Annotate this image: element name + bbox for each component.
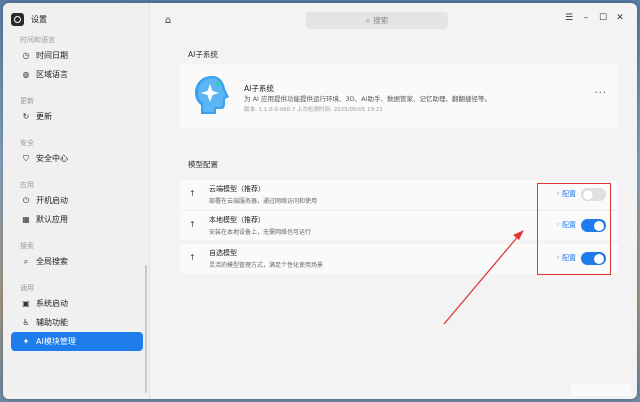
sidebar-item-startup[interactable]: ⏻ 开机启动 xyxy=(11,191,143,210)
model-title: 云端模型（推荐） xyxy=(209,185,265,193)
sidebar-item-label: 时间日期 xyxy=(36,51,68,60)
model-title: 自选模型 xyxy=(209,249,237,257)
sidebar-item-datetime[interactable]: ◷ 时间日期 xyxy=(11,46,143,65)
app-title: 设置 xyxy=(31,14,47,24)
sidebar-item-accessibility[interactable]: ♿ 辅助功能 xyxy=(11,313,143,332)
shield-icon: ⛉ xyxy=(23,153,29,163)
card-version-meta: 版本: 1.1.0.0-0k0.7 上次检测时间: 2025/05/05 19:… xyxy=(244,107,383,113)
menu-icon[interactable]: ☰ xyxy=(564,13,574,23)
sidebar-item-label: 系统启动 xyxy=(36,299,68,308)
sidebar-item-label: 更新 xyxy=(36,112,52,121)
more-options-icon[interactable]: ··· xyxy=(594,88,607,99)
home-icon[interactable]: ⌂ xyxy=(162,14,174,26)
sidebar-item-label: 区域语言 xyxy=(36,70,68,79)
settings-window: 设置 时间和语言 ◷ 时间日期 ◍ 区域语言 更新 ↻ 更新 安全 ⛉ 安全中心 xyxy=(3,3,637,399)
ai-icon: ✦ xyxy=(22,337,30,346)
sidebar-item-system-boot[interactable]: ▣ 系统启动 xyxy=(11,294,143,313)
refresh-icon: ↻ xyxy=(22,112,30,121)
sidebar-item-security-center[interactable]: ⛉ 安全中心 xyxy=(11,149,143,168)
card-description: 为 AI 应用提供功能提供运行环境、3D、AI助手、数据管家、记忆助理、翻翻捷径… xyxy=(244,95,491,103)
topbar: ⌂ ⌕ 搜索 ☰ – ☐ ✕ xyxy=(150,3,637,37)
section-title-model-config: 模型配置 xyxy=(188,160,218,169)
section-general: 通用 xyxy=(20,283,34,292)
clock-icon: ◷ xyxy=(22,51,30,60)
sidebar-item-label: 辅助功能 xyxy=(36,318,68,327)
arrow-up-icon: ↑ xyxy=(189,220,196,229)
sidebar-item-label: AI模块管理 xyxy=(36,337,76,346)
section-apps: 应用 xyxy=(20,180,34,189)
search-icon: ⌕ xyxy=(23,256,29,266)
section-security: 安全 xyxy=(20,138,34,147)
sidebar-item-default-apps[interactable]: ▦ 默认应用 xyxy=(11,210,143,229)
sidebar-item-label: 开机启动 xyxy=(36,196,68,205)
main-content: AI子系统 AI子系统 为 AI 应用提供功能提供运行环境、3D、AI助手、数据… xyxy=(150,37,637,399)
search-placeholder: 搜索 xyxy=(373,16,389,25)
close-icon[interactable]: ✕ xyxy=(615,13,625,23)
globe-icon: ◍ xyxy=(22,70,30,79)
sidebar-item-global-search[interactable]: ⌕ 全局搜索 xyxy=(11,252,143,271)
section-time-language: 时间和语言 xyxy=(20,35,55,44)
section-update: 更新 xyxy=(20,96,34,105)
apps-grid-icon: ▦ xyxy=(22,215,30,224)
minimize-icon[interactable]: – xyxy=(581,13,591,23)
sidebar-item-label: 全局搜索 xyxy=(36,257,68,266)
sidebar-item-update[interactable]: ↻ 更新 xyxy=(11,107,143,126)
search-icon: ⌕ xyxy=(365,15,371,25)
sidebar-item-ai-module[interactable]: ✦ AI模块管理 xyxy=(11,332,143,351)
app-header: 设置 xyxy=(11,11,47,27)
power-icon: ⏻ xyxy=(22,195,30,205)
annotation-highlight-box xyxy=(537,183,611,275)
sidebar-item-label: 默认应用 xyxy=(36,215,68,224)
sidebar-item-region-language[interactable]: ◍ 区域语言 xyxy=(11,65,143,84)
watermark xyxy=(571,384,631,396)
sidebar-nav: 时间和语言 ◷ 时间日期 ◍ 区域语言 更新 ↻ 更新 安全 ⛉ 安全中心 应用… xyxy=(3,33,150,351)
search-input[interactable]: ⌕ 搜索 xyxy=(306,12,448,29)
sidebar-item-label: 安全中心 xyxy=(36,154,68,163)
model-description: 灵活的模型管理方式，满足个性化使用场景 xyxy=(209,262,324,269)
arrow-up-icon: ↑ xyxy=(189,253,196,262)
accessibility-icon: ♿ xyxy=(22,318,30,327)
model-title: 本地模型（推荐） xyxy=(209,216,265,224)
arrow-up-icon: ↑ xyxy=(189,189,196,198)
sidebar: 设置 时间和语言 ◷ 时间日期 ◍ 区域语言 更新 ↻ 更新 安全 ⛉ 安全中心 xyxy=(3,3,150,399)
ai-subsystem-card: AI子系统 为 AI 应用提供功能提供运行环境、3D、AI助手、数据管家、记忆助… xyxy=(180,64,618,128)
section-title-ai-subsystem: AI子系统 xyxy=(188,50,218,59)
window-controls: ☰ – ☐ ✕ xyxy=(564,13,625,23)
settings-app-icon xyxy=(11,12,24,26)
sidebar-scrollbar[interactable] xyxy=(145,265,147,393)
boot-icon: ▣ xyxy=(22,299,30,308)
section-search: 搜索 xyxy=(20,241,34,250)
model-description: 安装在本地设备上，无需网络也可运行 xyxy=(209,229,312,236)
maximize-icon[interactable]: ☐ xyxy=(598,13,608,23)
ai-subsystem-logo-icon xyxy=(195,76,229,114)
model-description: 部署在云端服务器，通过网络访问和使用 xyxy=(209,198,318,205)
